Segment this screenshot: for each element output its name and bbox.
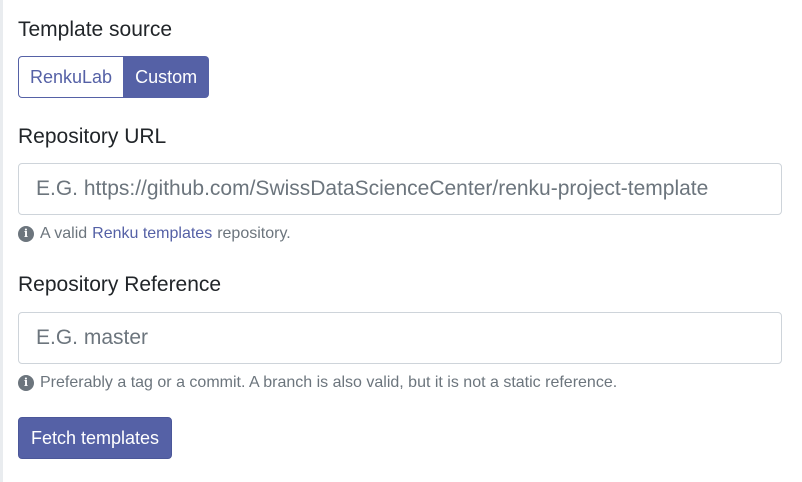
template-source-label: Template source xyxy=(18,18,173,41)
renkulab-source-button[interactable]: RenkuLab xyxy=(18,56,125,98)
renku-templates-link[interactable]: Renku templates xyxy=(92,225,212,243)
repository-reference-help: i Preferably a tag or a commit. A branch… xyxy=(18,374,617,392)
repository-url-input[interactable] xyxy=(18,163,782,215)
repository-url-label: Repository URL xyxy=(18,125,167,148)
repository-reference-label: Repository Reference xyxy=(18,273,222,296)
repository-url-help-prefix: A valid xyxy=(40,225,88,242)
info-circle-icon: i xyxy=(18,375,34,391)
repository-url-help-suffix: repository. xyxy=(217,225,291,242)
info-circle-icon: i xyxy=(18,226,34,242)
fetch-templates-button[interactable]: Fetch templates xyxy=(18,417,173,459)
custom-source-button[interactable]: Custom xyxy=(124,56,210,98)
page-left-edge xyxy=(0,0,3,482)
repository-url-help: i A valid Renku templates repository. xyxy=(18,225,291,243)
repository-reference-input[interactable] xyxy=(18,312,782,364)
template-source-toggle: RenkuLab Custom xyxy=(18,56,210,98)
repository-reference-help-text: Preferably a tag or a commit. A branch i… xyxy=(40,374,618,391)
